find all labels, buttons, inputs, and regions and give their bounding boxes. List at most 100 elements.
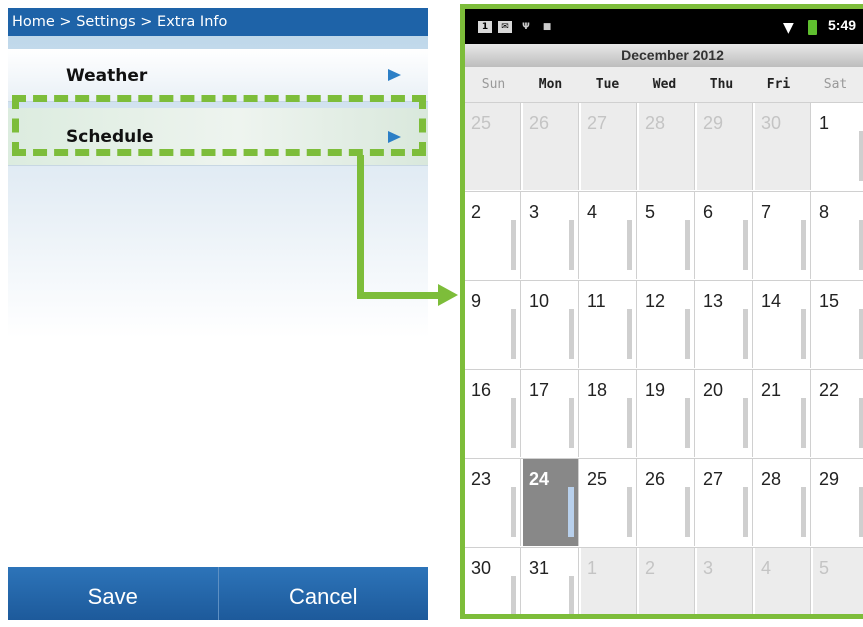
event-indicator bbox=[743, 487, 748, 537]
calendar-day-cell[interactable]: 5 bbox=[639, 192, 695, 279]
weekday-label: Thu bbox=[709, 77, 734, 92]
calendar-day-cell[interactable]: 25 bbox=[465, 103, 521, 190]
day-number: 4 bbox=[587, 202, 598, 222]
day-number: 25 bbox=[587, 469, 608, 489]
day-number: 11 bbox=[587, 291, 606, 311]
calendar-day-cell[interactable]: 3 bbox=[523, 192, 579, 279]
calendar-day-cell[interactable]: 26 bbox=[523, 103, 579, 190]
event-indicator bbox=[685, 487, 690, 537]
day-number: 30 bbox=[471, 558, 492, 578]
calendar-day-cell[interactable]: 24 bbox=[523, 459, 579, 546]
calendar-day-cell[interactable]: 12 bbox=[639, 281, 695, 368]
calendar-day-cell[interactable]: 23 bbox=[465, 459, 521, 546]
status-time: 5:49 bbox=[828, 17, 857, 33]
event-indicator bbox=[511, 576, 516, 614]
calendar-day-cell[interactable]: 27 bbox=[581, 103, 637, 190]
calendar-grid: 25 26 27 28 29 30 1 2 3 4 5 6 7 8 9 10 11 12 13 14 15 16 17 18 1… bbox=[465, 102, 863, 614]
calendar-day-cell[interactable]: 25 bbox=[581, 459, 637, 546]
calendar-day-cell[interactable]: 2 bbox=[465, 192, 521, 279]
day-number: 19 bbox=[645, 380, 666, 400]
calendar-day-cell[interactable]: 20 bbox=[697, 370, 753, 457]
calendar-day-cell[interactable]: 26 bbox=[639, 459, 695, 546]
calendar-day-cell[interactable]: 7 bbox=[755, 192, 811, 279]
day-number: 3 bbox=[529, 202, 540, 222]
event-indicator bbox=[685, 398, 690, 448]
calendar-day-cell[interactable]: 5 bbox=[813, 548, 863, 614]
calendar-week-row: 16 17 18 19 20 21 22 bbox=[465, 369, 863, 458]
calendar-day-cell[interactable]: 2 bbox=[639, 548, 695, 614]
day-number: 26 bbox=[529, 113, 550, 133]
calendar-day-cell[interactable]: 14 bbox=[755, 281, 811, 368]
day-number: 31 bbox=[529, 558, 550, 578]
calendar-day-cell[interactable]: 28 bbox=[639, 103, 695, 190]
calendar-day-cell[interactable]: 11 bbox=[581, 281, 637, 368]
battery-icon bbox=[808, 20, 817, 35]
day-number: 1 bbox=[819, 113, 830, 133]
calendar-day-cell[interactable]: 29 bbox=[813, 459, 863, 546]
event-indicator bbox=[569, 398, 574, 448]
event-indicator bbox=[569, 309, 574, 359]
calendar-day-cell[interactable]: 18 bbox=[581, 370, 637, 457]
android-icon: ■ bbox=[542, 22, 552, 32]
schedule-highlight-box bbox=[12, 95, 426, 156]
day-number: 18 bbox=[587, 380, 608, 400]
day-number: 7 bbox=[761, 202, 772, 222]
event-indicator bbox=[859, 309, 863, 359]
event-indicator bbox=[569, 576, 574, 614]
calendar-day-cell[interactable]: 30 bbox=[465, 548, 521, 614]
day-number: 27 bbox=[703, 469, 724, 489]
calendar-day-cell[interactable]: 15 bbox=[813, 281, 863, 368]
calendar-day-cell[interactable]: 10 bbox=[523, 281, 579, 368]
calendar-day-cell[interactable]: 28 bbox=[755, 459, 811, 546]
calendar-day-cell[interactable]: 21 bbox=[755, 370, 811, 457]
calendar-day-cell[interactable]: 30 bbox=[755, 103, 811, 190]
day-number: 25 bbox=[471, 113, 492, 133]
save-button[interactable]: Save bbox=[8, 567, 218, 620]
calendar-day-cell[interactable]: 29 bbox=[697, 103, 753, 190]
calendar-day-cell[interactable]: 17 bbox=[523, 370, 579, 457]
event-indicator bbox=[569, 220, 574, 270]
event-indicator bbox=[743, 398, 748, 448]
day-number: 20 bbox=[703, 380, 724, 400]
day-number: 28 bbox=[645, 113, 666, 133]
calendar-day-cell[interactable]: 16 bbox=[465, 370, 521, 457]
event-indicator bbox=[685, 309, 690, 359]
event-indicator bbox=[568, 487, 574, 537]
calendar-day-cell[interactable]: 4 bbox=[581, 192, 637, 279]
calendar-day-cell[interactable]: 27 bbox=[697, 459, 753, 546]
mail-icon: ✉ bbox=[498, 21, 512, 33]
calendar-day-cell[interactable]: 6 bbox=[697, 192, 753, 279]
calendar-day-cell[interactable]: 3 bbox=[697, 548, 753, 614]
day-number: 17 bbox=[529, 380, 550, 400]
day-number: 10 bbox=[529, 291, 550, 311]
weekday-label: Wed bbox=[652, 77, 677, 92]
calendar-week-row: 30 31 1 2 3 4 5 bbox=[465, 547, 863, 614]
calendar-day-cell[interactable]: 22 bbox=[813, 370, 863, 457]
calendar-day-cell[interactable]: 1 bbox=[581, 548, 637, 614]
day-number: 5 bbox=[645, 202, 656, 222]
event-indicator bbox=[685, 220, 690, 270]
cancel-button[interactable]: Cancel bbox=[217, 567, 429, 620]
calendar-day-cell[interactable]: 13 bbox=[697, 281, 753, 368]
day-number: 28 bbox=[761, 469, 782, 489]
day-number: 24 bbox=[529, 469, 550, 489]
day-number: 2 bbox=[471, 202, 482, 222]
calendar-day-cell[interactable]: 19 bbox=[639, 370, 695, 457]
day-number: 3 bbox=[703, 558, 714, 578]
event-indicator bbox=[627, 309, 632, 359]
calendar-day-cell[interactable]: 9 bbox=[465, 281, 521, 368]
day-number: 29 bbox=[819, 469, 840, 489]
month-title: December 2012 bbox=[465, 44, 863, 67]
calendar-day-cell[interactable]: 1 bbox=[813, 103, 863, 190]
day-number: 27 bbox=[587, 113, 608, 133]
event-indicator bbox=[511, 398, 516, 448]
calendar-day-cell[interactable]: 4 bbox=[755, 548, 811, 614]
weekday-label: Sat bbox=[823, 77, 848, 92]
event-indicator bbox=[511, 220, 516, 270]
bottom-action-bar: Save Cancel bbox=[8, 567, 428, 620]
weekday-label: Tue bbox=[595, 77, 620, 92]
notification-icon: 1 bbox=[478, 21, 492, 33]
calendar-day-cell[interactable]: 8 bbox=[813, 192, 863, 279]
weekday-header: Sun Mon Tue Wed Thu Fri Sat bbox=[465, 67, 863, 102]
calendar-day-cell[interactable]: 31 bbox=[523, 548, 579, 614]
